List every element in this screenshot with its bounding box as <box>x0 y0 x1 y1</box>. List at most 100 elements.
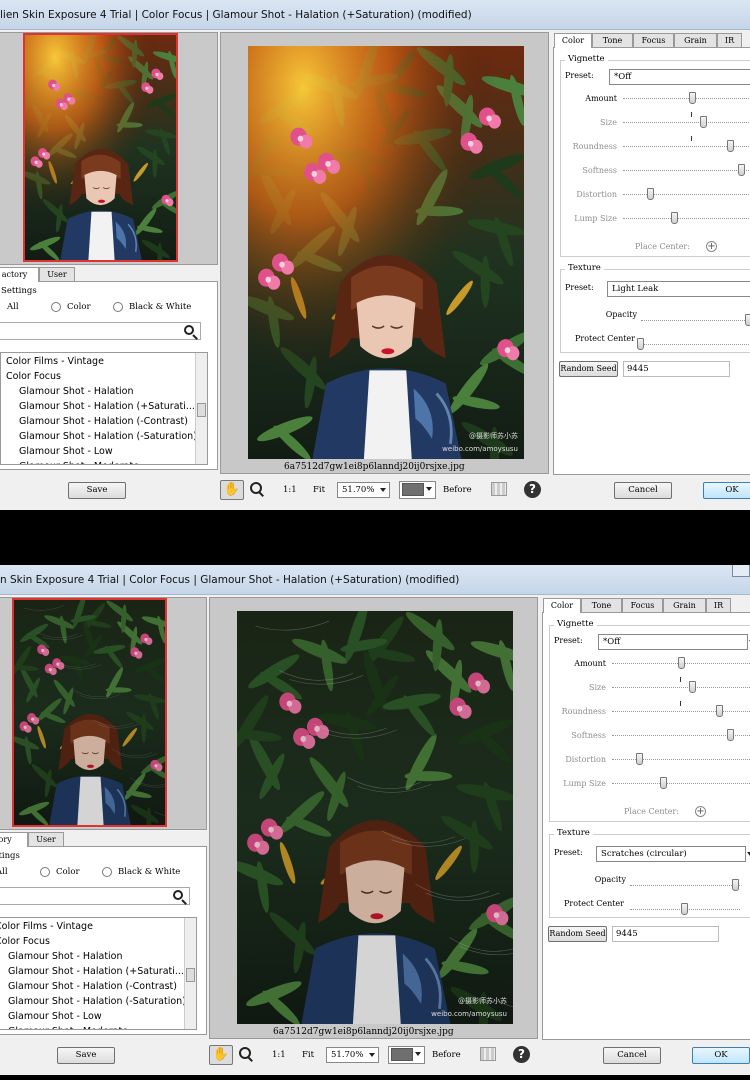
slider-track[interactable] <box>612 711 750 715</box>
tab-ir[interactable]: IR <box>706 598 731 612</box>
zoom-tool-icon[interactable] <box>239 1047 251 1059</box>
ok-button[interactable]: OK <box>703 482 750 499</box>
slider-amount-thumb[interactable] <box>689 92 696 104</box>
tab-grain[interactable]: Grain <box>663 598 706 612</box>
list-item[interactable]: Color Films - Vintage <box>1 354 195 369</box>
filter-black-white[interactable]: Black & White <box>113 302 191 312</box>
cancel-button[interactable]: Cancel <box>614 482 672 499</box>
slider-lump-size-thumb[interactable] <box>659 777 667 789</box>
filter-black-white[interactable]: Black & White <box>102 867 180 877</box>
search-field[interactable] <box>0 887 190 905</box>
opacity-track[interactable] <box>630 885 740 889</box>
tab-ir[interactable]: IR <box>717 33 742 47</box>
help-icon[interactable]: ? <box>513 1046 530 1063</box>
before-button[interactable]: Before <box>443 485 472 495</box>
scrollbar-thumb[interactable] <box>197 403 206 417</box>
filter-color[interactable]: Color <box>51 302 91 312</box>
filter-all[interactable]: All <box>0 302 19 312</box>
opacity-track[interactable] <box>641 320 750 324</box>
list-scrollbar[interactable] <box>184 918 196 1029</box>
tab-factory[interactable]: actory <box>0 267 39 282</box>
preview-image[interactable]: @摄影师苏小苏 weibo.com/amoysusu <box>237 611 513 1024</box>
slider-roundness-thumb[interactable] <box>715 705 723 717</box>
tab-focus[interactable]: Focus <box>633 33 674 47</box>
list-item[interactable]: Color Films - Vintage <box>0 919 184 934</box>
list-item[interactable]: Glamour Shot - Low <box>1 444 195 459</box>
slider-track[interactable] <box>612 759 750 763</box>
ok-button[interactable]: OK <box>692 1047 750 1064</box>
list-item[interactable]: Glamour Shot - Halation (-Saturation) <box>1 429 195 444</box>
list-item[interactable]: Glamour Shot - Halation (+Saturati... <box>1 399 195 414</box>
random-seed-button[interactable]: Random Seed <box>548 926 607 942</box>
split-view-icon[interactable] <box>491 482 507 496</box>
list-item[interactable]: Color Focus <box>0 934 184 949</box>
filter-color[interactable]: Color <box>40 867 80 877</box>
slider-track[interactable] <box>623 194 750 198</box>
list-item[interactable]: Glamour Shot - Halation (+Saturati... <box>0 964 184 979</box>
preset-list[interactable]: Color Films - Vintage Color Focus Glamour … <box>0 917 197 1030</box>
slider-track[interactable] <box>623 218 750 222</box>
zoom-dropdown[interactable]: 51.70% <box>337 482 390 498</box>
slider-track[interactable] <box>623 122 750 126</box>
slider-roundness-thumb[interactable] <box>726 140 734 152</box>
texture-preset-dropdown[interactable]: Light Leak <box>607 281 750 297</box>
radio-button[interactable] <box>40 867 50 877</box>
preset-list[interactable]: Color Films - Vintage Color Focus Glamour … <box>0 352 208 465</box>
slider-distortion-thumb[interactable] <box>647 188 654 200</box>
zoom-fit-button[interactable]: Fit <box>302 1050 314 1060</box>
list-item[interactable]: Glamour Shot - Halation <box>1 384 195 399</box>
slider-track[interactable] <box>612 783 750 787</box>
split-view-icon[interactable] <box>480 1047 496 1061</box>
slider-distortion-thumb[interactable] <box>636 753 643 765</box>
slider-size-thumb[interactable] <box>700 116 708 128</box>
search-icon[interactable] <box>173 890 183 900</box>
slider-track[interactable] <box>623 170 750 174</box>
opacity-slider-thumb[interactable] <box>731 879 739 891</box>
navigator-thumbnail[interactable] <box>23 33 178 262</box>
list-item[interactable]: Glamour Shot - Halation <box>0 949 184 964</box>
tab-user[interactable]: User <box>39 267 75 281</box>
save-button[interactable]: Save <box>57 1047 115 1064</box>
window-controls[interactable] <box>732 565 750 577</box>
search-field[interactable] <box>0 322 201 340</box>
list-item[interactable]: Color Focus <box>1 369 195 384</box>
save-button[interactable]: Save <box>68 482 126 499</box>
hand-tool-button[interactable]: ✋ <box>220 480 244 500</box>
background-color-dropdown[interactable] <box>399 481 436 499</box>
tab-focus[interactable]: Focus <box>622 598 663 612</box>
slider-size-thumb[interactable] <box>689 681 697 693</box>
tab-tone[interactable]: Tone <box>581 598 622 612</box>
list-item[interactable]: Glamour Shot - Moderate <box>0 1024 184 1029</box>
slider-softness-thumb[interactable] <box>738 164 745 176</box>
list-item[interactable]: Glamour Shot - Low <box>0 1009 184 1024</box>
tab-user[interactable]: User <box>28 832 64 846</box>
list-item[interactable]: Glamour Shot - Halation (-Contrast) <box>1 414 195 429</box>
filter-all[interactable]: All <box>0 867 8 877</box>
slider-amount-thumb[interactable] <box>678 657 685 669</box>
help-icon[interactable]: ? <box>524 481 541 498</box>
zoom-fit-button[interactable]: Fit <box>313 485 325 495</box>
slider-track[interactable] <box>612 687 750 691</box>
vignette-preset-dropdown[interactable]: *Off <box>609 69 750 85</box>
scrollbar-thumb[interactable] <box>186 968 195 982</box>
zoom-tool-icon[interactable] <box>250 482 262 494</box>
list-item[interactable]: Glamour Shot - Moderate <box>1 459 195 464</box>
opacity-slider-thumb[interactable] <box>744 314 750 326</box>
tab-grain[interactable]: Grain <box>674 33 717 47</box>
slider-lump-size-thumb[interactable] <box>670 212 678 224</box>
place-center-button[interactable]: + <box>695 806 706 817</box>
before-button[interactable]: Before <box>432 1050 461 1060</box>
background-color-dropdown[interactable] <box>388 1046 425 1064</box>
tab-tone[interactable]: Tone <box>592 33 633 47</box>
cancel-button[interactable]: Cancel <box>603 1047 661 1064</box>
protect-center-track[interactable] <box>641 344 750 348</box>
search-icon[interactable] <box>184 325 194 335</box>
zoom-1to1-button[interactable]: 1:1 <box>272 1050 286 1060</box>
hand-tool-button[interactable]: ✋ <box>209 1045 233 1065</box>
zoom-dropdown[interactable]: 51.70% <box>326 1047 379 1063</box>
protect-center-slider-thumb[interactable] <box>681 903 688 915</box>
tab-factory[interactable]: tory <box>0 832 28 847</box>
texture-preset-dropdown[interactable]: Scratches (circular) <box>596 846 750 862</box>
random-seed-input[interactable]: 9445 <box>623 361 730 377</box>
navigator-thumbnail[interactable] <box>12 598 167 827</box>
